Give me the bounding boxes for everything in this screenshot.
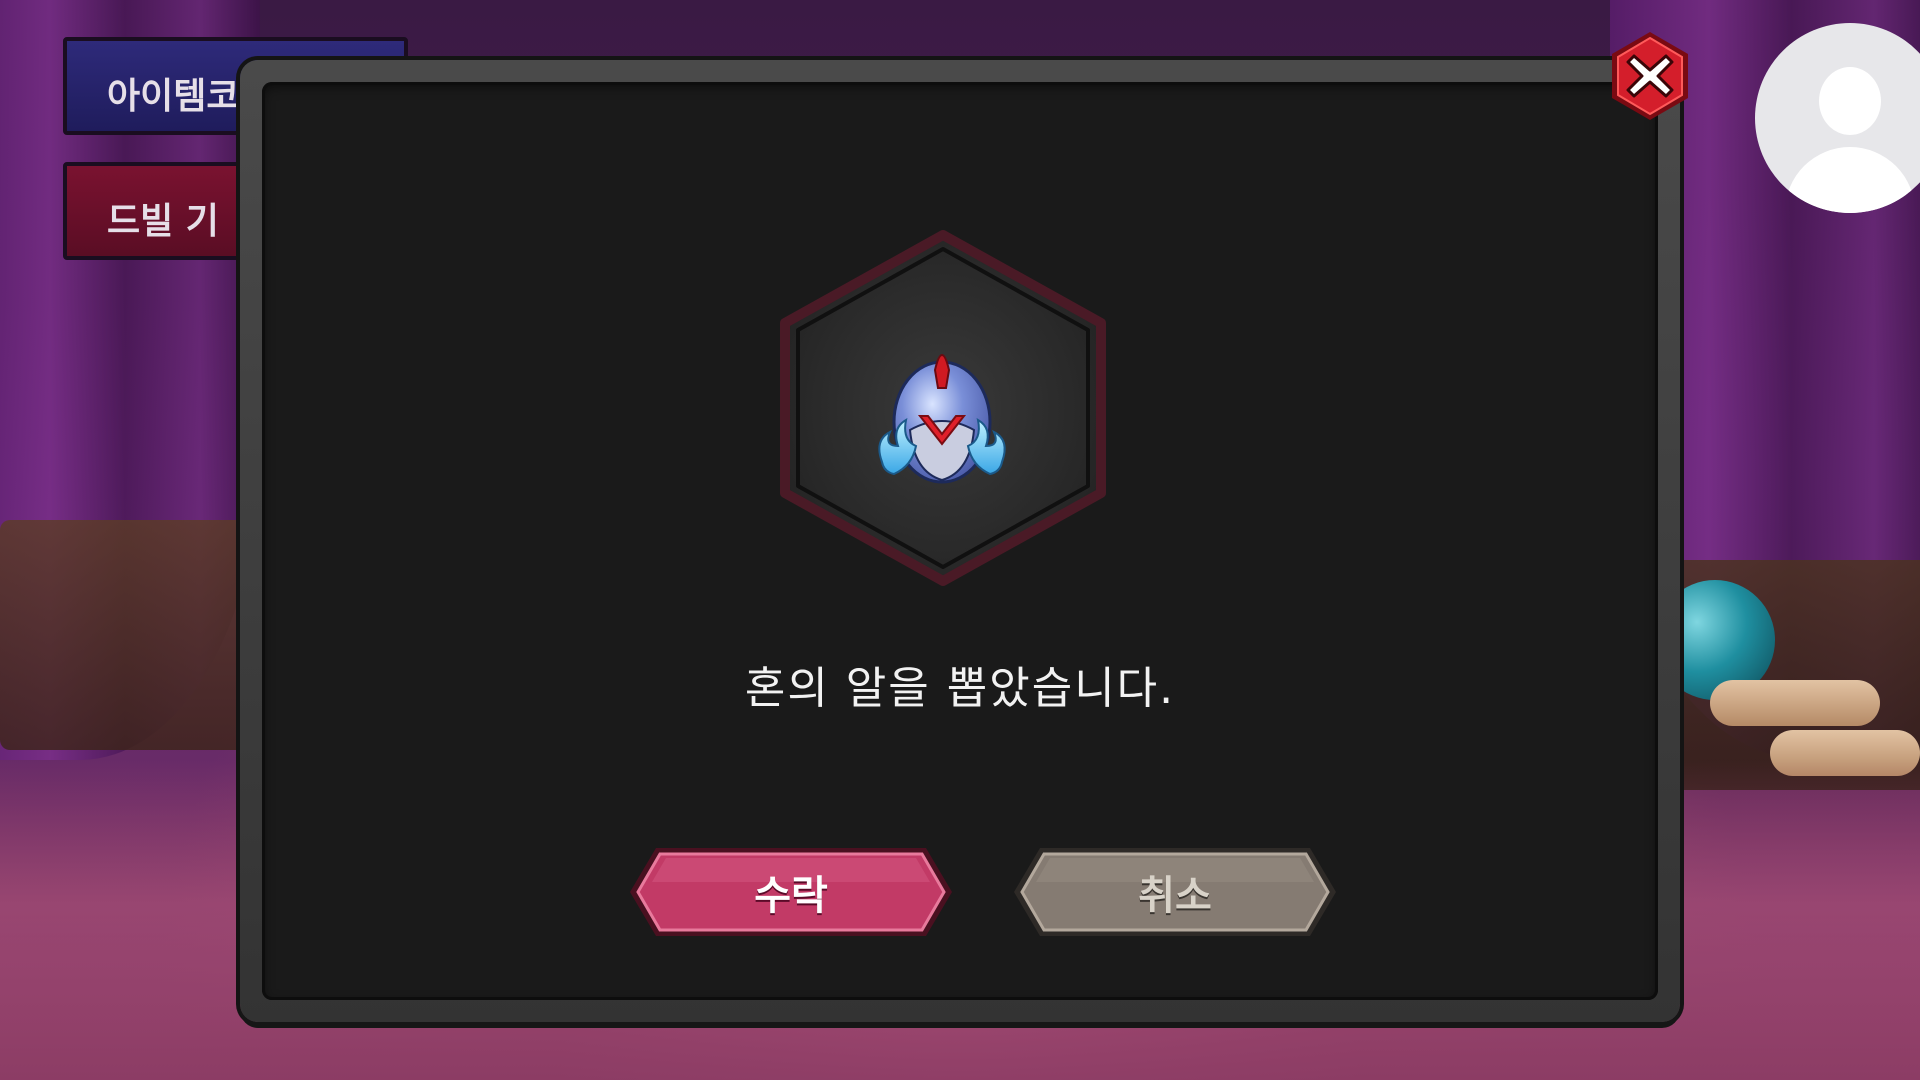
game-screen: 아이템코 드빌 기 혼의 알을 뽑았습니다. 수락 취소 (0, 0, 1920, 1080)
close-x-icon[interactable] (1604, 30, 1696, 122)
cancel-button[interactable]: 취소 (1010, 844, 1340, 940)
devil-menu-button-label: 드빌 기 (107, 201, 219, 242)
accept-button[interactable]: 수락 (626, 844, 956, 940)
gacha-result-dialog: 혼의 알을 뽑았습니다. 수락 취소 (240, 60, 1680, 1022)
avatar-head-icon (1819, 67, 1881, 135)
item-code-button-label: 아이템코 (107, 76, 240, 117)
soul-egg-icon (878, 354, 1006, 484)
cancel-button-label: 취소 (1138, 873, 1212, 919)
background-scroll (1710, 680, 1880, 726)
background-table-left (0, 520, 260, 750)
dialog-panel: 혼의 알을 뽑았습니다. 수락 취소 (262, 82, 1658, 1000)
result-message: 혼의 알을 뽑았습니다. (744, 663, 1176, 714)
accept-button-label: 수락 (754, 873, 828, 919)
avatar-body-icon (1785, 147, 1915, 213)
